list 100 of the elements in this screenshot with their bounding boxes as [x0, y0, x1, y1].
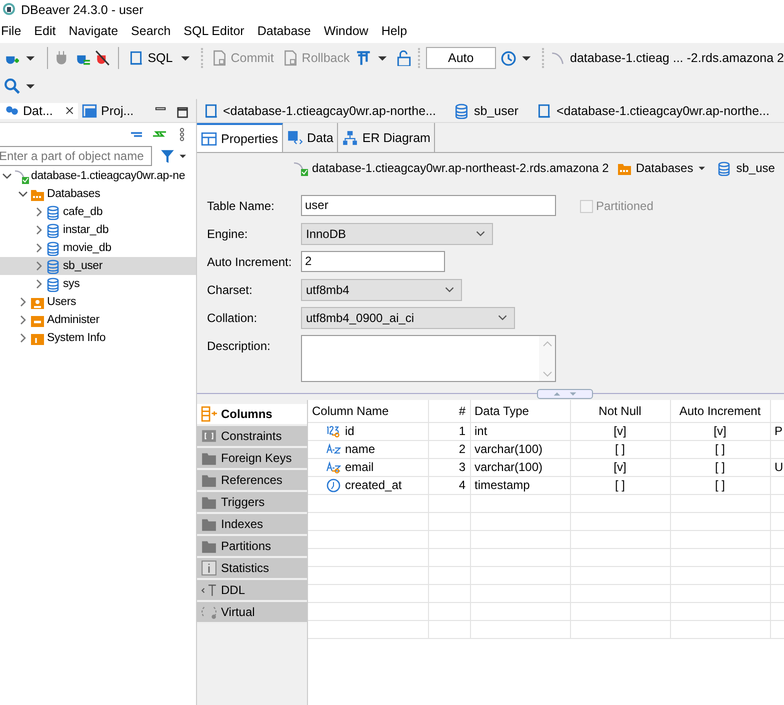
table-cell: name: [345, 442, 376, 456]
filter-icon[interactable]: [160, 148, 176, 164]
column-header[interactable]: Not Null: [570, 400, 670, 422]
tree-row[interactable]: instar_db: [0, 221, 196, 239]
breadcrumb-item[interactable]: Databases: [636, 161, 694, 175]
folder-icon: [201, 494, 217, 510]
filter-field[interactable]: Enter a part of object name: [0, 146, 152, 166]
field-label: Table Name:: [207, 198, 276, 215]
tree-item-label: movie_db: [63, 242, 112, 254]
side-tab[interactable]: References: [197, 470, 307, 492]
side-tab[interactable]: Partitions: [197, 536, 307, 558]
folder-icon: [201, 450, 217, 466]
tree-row[interactable]: cafe_db: [0, 203, 196, 221]
menu-item[interactable]: Navigate: [68, 24, 124, 38]
field-label: Auto Increment:: [207, 254, 293, 271]
column-header[interactable]: Data Type: [470, 400, 570, 422]
table-cell: U: [774, 460, 784, 474]
menu-item[interactable]: Database: [256, 24, 317, 38]
document-icon: [210, 50, 227, 66]
side-tab[interactable]: DDL: [197, 580, 307, 602]
active-connection-selector[interactable]: database-1.ctieag ... -2.rds.amazona 2: [570, 51, 784, 65]
script-icon: [203, 102, 219, 118]
disconnect-icon[interactable]: [94, 50, 111, 66]
text-icon: [201, 582, 217, 598]
menu-item[interactable]: Edit: [33, 24, 62, 38]
search-icon[interactable]: [4, 78, 20, 94]
tree-row[interactable]: Users: [0, 293, 196, 311]
menu-item[interactable]: SQL Editor: [182, 24, 250, 38]
side-tab[interactable]: Triggers: [197, 492, 307, 514]
tree-row[interactable]: Administer: [0, 311, 196, 329]
menu-item[interactable]: File: [0, 24, 28, 38]
table-cell: [ ]: [714, 460, 725, 474]
side-tab[interactable]: Virtual: [197, 602, 307, 624]
side-tab[interactable]: Statistics: [197, 558, 307, 580]
database-icon: [46, 258, 61, 274]
transaction-mode-field[interactable]: Auto: [426, 47, 496, 69]
column-header[interactable]: #: [428, 400, 470, 422]
maximize-icon[interactable]: [176, 106, 190, 120]
table-cell: [ ]: [614, 442, 625, 456]
table-cell: timestamp: [474, 478, 530, 492]
side-tab[interactable]: Columns: [197, 404, 307, 426]
tree-row[interactable]: sys: [0, 275, 196, 293]
format-icon[interactable]: [356, 50, 372, 66]
lock-icon[interactable]: [396, 50, 412, 66]
tree-item-label: instar_db: [63, 224, 109, 236]
columns-icon: [201, 406, 217, 422]
table-cell: P: [774, 424, 783, 438]
script-icon: [536, 102, 552, 118]
table-cell: 2: [458, 442, 466, 456]
dropdown[interactable]: InnoDB: [301, 223, 493, 245]
tree-row[interactable]: database-1.ctieagcay0wr.ap-ne: [0, 167, 196, 185]
folder-icon: [201, 538, 217, 554]
table-cell: varchar(100): [474, 460, 543, 474]
editor-tab[interactable]: sb_user: [452, 102, 524, 118]
column-header[interactable]: Auto Increment: [670, 400, 770, 422]
breadcrumb-item[interactable]: database-1.ctieagcay0wr.ap-northeast-2.rds.amazona 2: [312, 161, 609, 175]
side-tab[interactable]: Foreign Keys: [197, 448, 307, 470]
menu-item[interactable]: Help: [380, 24, 414, 38]
tree-row[interactable]: sb_user: [0, 257, 196, 275]
editor-subtab[interactable]: Properties: [197, 123, 283, 152]
dropdown[interactable]: utf8mb4_0900_ai_ci: [301, 307, 515, 329]
checkbox-label: Partitioned: [596, 199, 654, 213]
column-header[interactable]: Column Name: [308, 400, 428, 422]
data-icon: [286, 130, 303, 146]
side-tab[interactable]: Constraints: [197, 426, 307, 448]
folder-icon: [201, 516, 217, 532]
history-icon[interactable]: [500, 50, 516, 66]
tree-item-label: cafe_db: [63, 206, 103, 218]
dotted-arc-icon: [201, 604, 217, 620]
tree-row[interactable]: Databases: [0, 185, 196, 203]
folder-icon: [201, 472, 217, 488]
window-title: DBeaver 24.3.0 - user: [21, 2, 144, 16]
table-cell: [v]: [614, 424, 626, 438]
tree-item-label: Administer: [47, 314, 100, 326]
description-field[interactable]: [301, 335, 556, 382]
splitter-handle-icon[interactable]: [537, 389, 593, 399]
database-icon: [46, 222, 61, 238]
text-field[interactable]: 2: [301, 251, 445, 272]
sql-editor-button[interactable]: SQL: [126, 50, 175, 66]
tree-row[interactable]: movie_db: [0, 239, 196, 257]
menu-item[interactable]: Search: [130, 24, 177, 38]
breadcrumb-item[interactable]: sb_use: [736, 161, 775, 175]
tree-row[interactable]: System Info: [0, 329, 196, 347]
editor-tab[interactable]: <database-1.ctieagcay0wr.ap-northe...: [201, 102, 442, 118]
diagram-icon: [342, 130, 358, 146]
tree-item-label: sb_user: [63, 260, 103, 272]
field-label: Charset:: [207, 282, 254, 299]
menu-item[interactable]: Window: [322, 24, 374, 38]
script-icon: [128, 50, 144, 66]
field-label: Collation:: [207, 310, 258, 327]
tree-item-label: System Info: [47, 332, 106, 344]
dropdown[interactable]: utf8mb4: [301, 279, 462, 301]
panel-tab[interactable]: Dat...: [0, 102, 78, 118]
info-icon: [201, 560, 217, 576]
close-icon[interactable]: [64, 104, 76, 116]
table-cell: [v]: [614, 460, 626, 474]
text-field[interactable]: user: [301, 195, 556, 216]
window-icon: [82, 102, 98, 118]
editor-tab[interactable]: <database-1.ctieagcay0wr.ap-northe...: [534, 102, 776, 118]
side-tab[interactable]: Indexes: [197, 514, 307, 536]
